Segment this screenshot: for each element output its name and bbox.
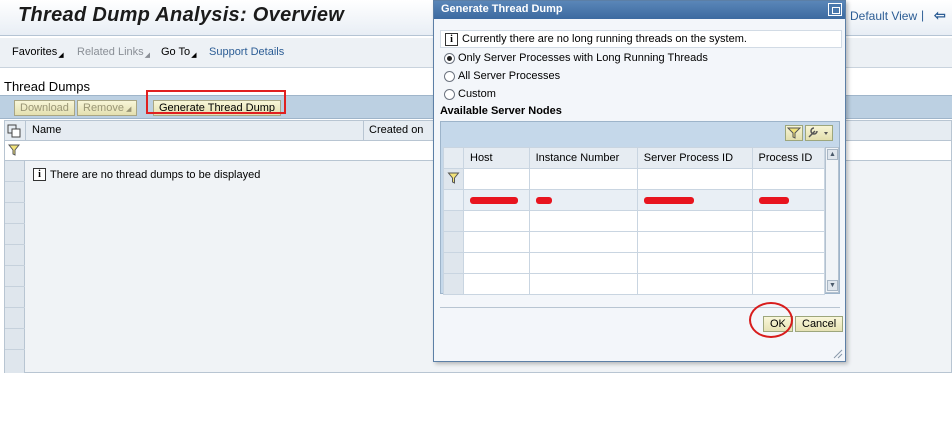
caret-icon: ◢ [125, 106, 132, 113]
filter-cell[interactable] [528, 168, 638, 190]
row-selector-column [5, 161, 25, 373]
redaction-mark [643, 196, 694, 204]
menu-favorites-label: Favorites [12, 46, 58, 58]
column-select-icon[interactable] [7, 124, 21, 138]
menu-favorites[interactable]: Favorites◢ [12, 46, 64, 59]
filter-row [443, 168, 825, 190]
table-row [443, 210, 825, 232]
caret-icon: ◢ [58, 52, 64, 59]
filter-cell[interactable] [636, 168, 753, 190]
radio-button-checked[interactable] [444, 52, 455, 64]
radio-label-all-processes: All Server Processes [458, 70, 561, 82]
radio-long-running[interactable]: Only Server Processes with Long Running … [444, 52, 708, 64]
column-header-host[interactable]: Host [463, 147, 530, 169]
column-header-created-on[interactable]: Created on [369, 124, 423, 136]
filter-cell[interactable] [443, 168, 464, 190]
redaction-mark [758, 196, 789, 204]
info-icon: i [33, 168, 46, 181]
empty-message-text: There are no thread dumps to be displaye… [50, 168, 261, 181]
ok-highlight-annotation [749, 302, 793, 338]
table-row [443, 273, 825, 295]
radio-button[interactable] [444, 70, 455, 82]
column-header-instance-number[interactable]: Instance Number [528, 147, 638, 169]
radio-button[interactable] [444, 88, 455, 100]
info-icon: i [445, 32, 458, 46]
maximize-icon[interactable] [828, 3, 842, 16]
radio-label-long-running: Only Server Processes with Long Running … [458, 52, 708, 64]
server-nodes-panel: Host Instance Number Server Process ID P… [440, 121, 840, 295]
highlight-annotation [146, 90, 286, 114]
dialog-title-bar[interactable]: Generate Thread Dump [434, 1, 845, 19]
cell-server-process-redacted [636, 189, 753, 211]
row-selector[interactable] [443, 189, 464, 211]
remove-button-label: Remove [83, 102, 124, 114]
table-row[interactable] [443, 189, 825, 211]
settings-button[interactable] [805, 125, 833, 141]
column-header-name[interactable]: Name [32, 124, 61, 136]
scroll-down-icon[interactable]: ▼ [827, 280, 838, 291]
menu-related-links-label: Related Links [77, 46, 144, 58]
page-title: Thread Dump Analysis: Overview [18, 4, 345, 26]
radio-all-processes[interactable]: All Server Processes [444, 70, 560, 82]
default-view-link[interactable]: Default View [850, 9, 917, 23]
filter-icon[interactable] [447, 172, 460, 184]
wrench-icon [808, 127, 828, 138]
title-separator: | [921, 8, 925, 22]
table-row [443, 252, 825, 274]
dialog-title: Generate Thread Dump [441, 3, 563, 15]
remove-button: Remove ◢ [77, 100, 138, 116]
table-header-row: Host Instance Number Server Process ID P… [443, 147, 825, 169]
nodes-toolbar [785, 125, 833, 141]
cell-instance-redacted [528, 189, 638, 211]
download-button: Download [14, 100, 75, 116]
column-header-server-process-id[interactable]: Server Process ID [636, 147, 753, 169]
radio-label-custom: Custom [458, 88, 496, 100]
radio-custom[interactable]: Custom [444, 88, 496, 100]
available-server-nodes-heading: Available Server Nodes [440, 105, 562, 117]
column-header-process-id[interactable]: Process ID [751, 147, 825, 169]
filter-cell[interactable] [751, 168, 825, 190]
caret-icon: ◢ [191, 52, 197, 59]
resize-grip-icon[interactable] [831, 347, 843, 359]
menu-related-links: Related Links◢ [77, 46, 150, 59]
info-message-text: Currently there are no long running thre… [462, 33, 747, 45]
menu-go-to[interactable]: Go To◢ [161, 46, 197, 59]
scroll-up-icon[interactable]: ▲ [827, 149, 838, 160]
menu-support-details[interactable]: Support Details [209, 46, 284, 58]
menu-go-to-label: Go To [161, 46, 191, 58]
table-row [443, 231, 825, 253]
cell-process-id-redacted [751, 189, 825, 211]
redaction-mark [535, 196, 552, 204]
cell-host-redacted [463, 189, 530, 211]
vertical-scrollbar[interactable]: ▲ ▼ [825, 147, 839, 293]
filter-icon [786, 127, 802, 139]
caret-icon: ◢ [144, 52, 151, 59]
info-message-bar: i Currently there are no long running th… [440, 30, 842, 48]
empty-table-message: i There are no thread dumps to be displa… [33, 168, 260, 181]
filter-cell[interactable] [463, 168, 530, 190]
server-nodes-table: Host Instance Number Server Process ID P… [443, 147, 825, 295]
filter-toggle-button[interactable] [785, 125, 803, 141]
filter-icon[interactable] [8, 144, 20, 156]
section-title: Thread Dumps [4, 79, 90, 94]
back-arrow-icon[interactable]: ⇦ [934, 7, 946, 24]
cancel-button[interactable]: Cancel [795, 316, 844, 332]
redaction-mark [470, 196, 518, 204]
row-selector-header [443, 147, 464, 169]
